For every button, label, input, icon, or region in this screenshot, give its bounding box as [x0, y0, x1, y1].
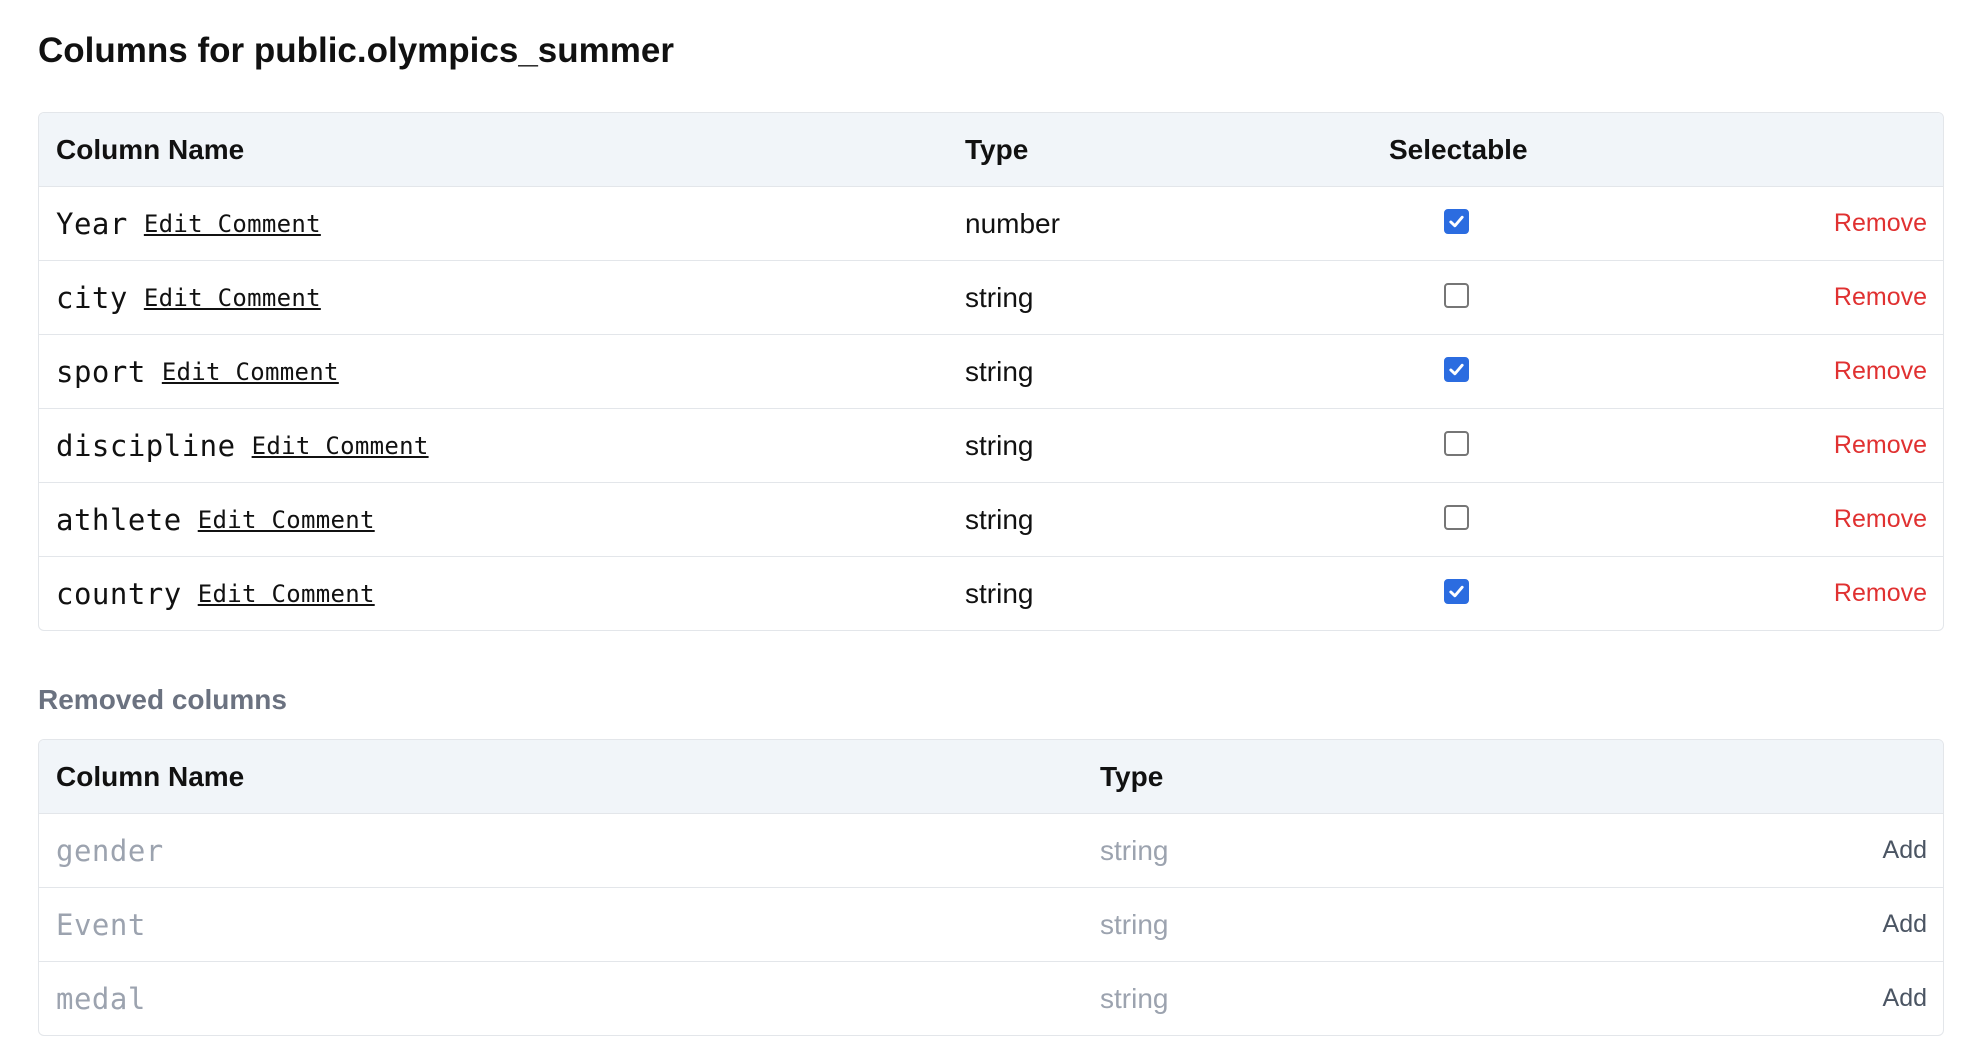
remove-button[interactable]: Remove — [1834, 505, 1927, 534]
column-name: discipline — [56, 428, 236, 463]
column-type: string — [965, 429, 1034, 461]
column-name: medal — [56, 981, 146, 1016]
add-button[interactable]: Add — [1883, 910, 1927, 939]
column-type: string — [965, 355, 1034, 387]
header-type: Type — [965, 133, 1029, 165]
header-column-name: Column Name — [56, 133, 245, 165]
selectable-checkbox[interactable] — [1444, 283, 1469, 308]
remove-button[interactable]: Remove — [1834, 283, 1927, 312]
table-row: athlete Edit Comment string Remove — [39, 482, 1943, 556]
removed-columns-table: Column Name Type gender string Add Event… — [38, 739, 1944, 1036]
column-name: athlete — [56, 502, 182, 537]
column-type: string — [1100, 982, 1169, 1014]
add-button[interactable]: Add — [1883, 836, 1927, 865]
column-type: string — [1100, 908, 1169, 940]
table-row: country Edit Comment string Remove — [39, 556, 1943, 630]
selectable-checkbox[interactable] — [1444, 431, 1469, 456]
column-type: string — [965, 577, 1034, 609]
table-header-row: Column Name Type Selectable — [39, 113, 1943, 186]
column-name: country — [56, 576, 182, 611]
table-row: discipline Edit Comment string Remove — [39, 408, 1943, 482]
remove-button[interactable]: Remove — [1834, 431, 1927, 460]
column-type: string — [965, 281, 1034, 313]
edit-comment-link[interactable]: Edit Comment — [144, 284, 321, 312]
table-row: Year Edit Comment number Remove — [39, 186, 1943, 260]
edit-comment-link[interactable]: Edit Comment — [198, 580, 375, 608]
selectable-checkbox[interactable] — [1444, 579, 1469, 604]
column-type: number — [965, 207, 1060, 239]
column-name: city — [56, 280, 128, 315]
table-row: gender string Add — [39, 813, 1943, 887]
edit-comment-link[interactable]: Edit Comment — [198, 506, 375, 534]
add-button[interactable]: Add — [1883, 984, 1927, 1013]
table-row: sport Edit Comment string Remove — [39, 334, 1943, 408]
page-title: Columns for public.olympics_summer — [38, 31, 674, 70]
remove-button[interactable]: Remove — [1834, 357, 1927, 386]
column-name: Event — [56, 907, 146, 942]
selectable-checkbox[interactable] — [1444, 209, 1469, 234]
table-row: city Edit Comment string Remove — [39, 260, 1943, 334]
table-header-row: Column Name Type — [39, 740, 1943, 813]
header-type: Type — [1100, 760, 1164, 792]
edit-comment-link[interactable]: Edit Comment — [144, 210, 321, 238]
edit-comment-link[interactable]: Edit Comment — [252, 432, 429, 460]
removed-columns-title: Removed columns — [38, 684, 287, 715]
header-column-name: Column Name — [56, 760, 245, 792]
column-name: sport — [56, 354, 146, 389]
selectable-checkbox[interactable] — [1444, 357, 1469, 382]
column-name: Year — [56, 206, 128, 241]
selectable-checkbox[interactable] — [1444, 505, 1469, 530]
column-type: string — [965, 503, 1034, 535]
column-name: gender — [56, 833, 164, 868]
table-row: medal string Add — [39, 961, 1943, 1035]
header-selectable: Selectable — [1389, 133, 1528, 165]
columns-table: Column Name Type Selectable Year Edit Co… — [38, 112, 1944, 631]
remove-button[interactable]: Remove — [1834, 579, 1927, 608]
edit-comment-link[interactable]: Edit Comment — [162, 358, 339, 386]
remove-button[interactable]: Remove — [1834, 209, 1927, 238]
table-row: Event string Add — [39, 887, 1943, 961]
column-type: string — [1100, 834, 1169, 866]
